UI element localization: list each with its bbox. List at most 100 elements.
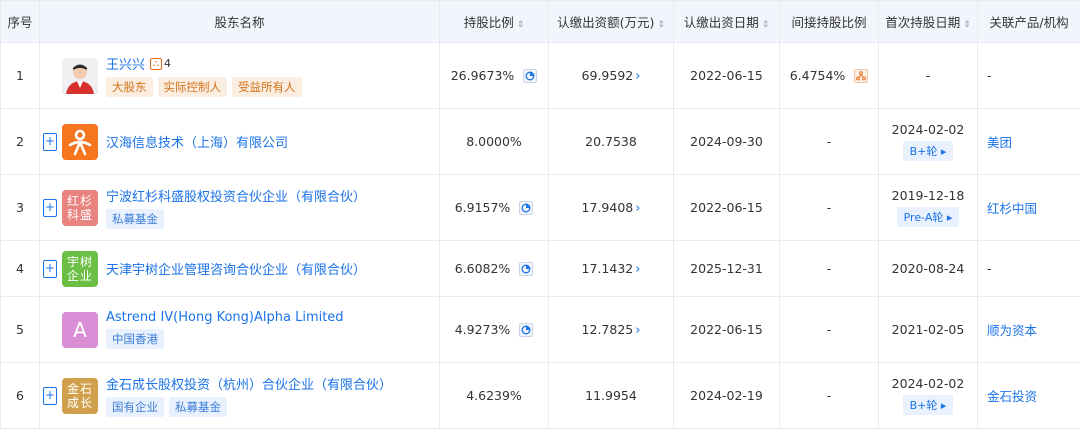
row-index: 4: [0, 240, 40, 297]
chevron-right-icon[interactable]: ›: [635, 201, 640, 216]
funding-round-badge[interactable]: B+轮 ▸: [902, 395, 954, 415]
org-chart-icon: ⛬: [150, 57, 163, 70]
logo-text: A: [73, 317, 87, 342]
indirect-ratio-value: -: [779, 296, 879, 363]
amount-value[interactable]: 17.9408: [582, 200, 634, 215]
logo-text: 金石成长: [66, 381, 93, 410]
company-logo[interactable]: [62, 123, 98, 160]
company-logo[interactable]: 金石成长: [62, 377, 98, 414]
company-logo[interactable]: 宇树企业: [62, 250, 98, 287]
chevron-right-icon[interactable]: ›: [635, 262, 640, 277]
subscribe-date: 2024-02-19: [673, 362, 780, 429]
expand-plus-icon[interactable]: +: [43, 259, 57, 278]
ratio-value: 8.0000%: [439, 108, 549, 175]
ratio-value: 6.9157%: [454, 199, 511, 215]
table-row: 5 A Astrend IV(Hong Kong)Alpha Limited 中…: [0, 296, 1080, 363]
avatar[interactable]: [62, 57, 98, 94]
first-hold-date: 2021-02-05: [878, 296, 978, 363]
tag-region: 中国香港: [106, 329, 164, 349]
ratio-chart-icon[interactable]: [523, 69, 538, 84]
row-index: 2: [0, 108, 40, 175]
company-logo[interactable]: 红杉科盛: [62, 189, 98, 226]
subscribe-date: 2025-12-31: [673, 240, 780, 297]
header-date[interactable]: 认缴出资日期 ⇕: [673, 0, 780, 43]
header-first-date[interactable]: 首次持股日期 ⇕: [878, 0, 978, 43]
indirect-ratio-value: -: [779, 108, 879, 175]
shareholder-name-link[interactable]: Astrend IV(Hong Kong)Alpha Limited: [106, 310, 344, 325]
tag-state-owned: 国有企业: [106, 397, 164, 417]
tag-actual-controller: 实际控制人: [157, 77, 227, 97]
arrow-right-icon: ▸: [946, 211, 953, 224]
first-hold-date: 2020-08-24: [878, 240, 978, 297]
related-org-link[interactable]: 顺为资本: [987, 323, 1037, 338]
related-companies-badge[interactable]: ⛬ 4: [150, 57, 171, 70]
ratio-value: 4.9273%: [454, 321, 511, 337]
row-index: 1: [0, 42, 40, 109]
header-index: 序号: [0, 0, 40, 43]
shareholder-name-link[interactable]: 金石成长股权投资（杭州）合伙企业（有限合伙）: [106, 374, 392, 393]
table-header-row: 序号 股东名称 持股比例 ⇕ 认缴出资额(万元) ⇕ 认缴出资日期 ⇕ 间接持股比例 …: [0, 0, 1080, 43]
related-org: -: [977, 240, 1080, 297]
indirect-ratio-value: -: [779, 240, 879, 297]
logo-text: 红杉科盛: [66, 193, 93, 222]
row-index: 6: [0, 362, 40, 429]
logo-text: 宇树企业: [66, 254, 93, 283]
expand-plus-icon[interactable]: +: [43, 386, 57, 405]
header-related: 关联产品/机构: [977, 0, 1080, 43]
first-hold-date: 2019-12-18: [891, 188, 965, 203]
chevron-right-icon[interactable]: ›: [635, 69, 640, 84]
related-org-link[interactable]: 金石投资: [987, 389, 1037, 404]
row-index: 5: [0, 296, 40, 363]
amount-value[interactable]: 69.9592: [582, 68, 634, 83]
ratio-value: 26.9673%: [450, 67, 515, 83]
amount-value: 20.7538: [548, 108, 674, 175]
table-row: 6 + 金石成长 金石成长股权投资（杭州）合伙企业（有限合伙） 国有企业 私募基…: [0, 362, 1080, 429]
indirect-ratio-value: -: [779, 174, 879, 241]
ratio-chart-icon[interactable]: [519, 323, 534, 338]
amount-value[interactable]: 12.7825: [582, 322, 634, 337]
table-row: 3 + 红杉科盛 宁波红杉科盛股权投资合伙企业（有限合伙） 私募基金 6.915…: [0, 174, 1080, 241]
shareholder-name-link[interactable]: 王兴兴: [106, 54, 145, 73]
header-name: 股东名称: [39, 0, 440, 43]
chevron-right-icon[interactable]: ›: [635, 323, 640, 338]
indirect-ratio-value: 6.4754%: [789, 67, 846, 83]
shareholder-table: 序号 股东名称 持股比例 ⇕ 认缴出资额(万元) ⇕ 认缴出资日期 ⇕ 间接持股比例 …: [0, 0, 1080, 429]
ratio-value: 6.6082%: [454, 260, 511, 276]
sort-icon[interactable]: ⇕: [657, 20, 665, 30]
related-org: -: [977, 42, 1080, 109]
header-ratio[interactable]: 持股比例 ⇕: [439, 0, 549, 43]
first-hold-date: 2024-02-02: [891, 376, 965, 391]
subscribe-date: 2022-06-15: [673, 42, 780, 109]
subscribe-date: 2022-06-15: [673, 174, 780, 241]
funding-round-badge[interactable]: B+轮 ▸: [902, 141, 954, 161]
company-logo[interactable]: A: [62, 311, 98, 348]
first-hold-date: -: [878, 42, 978, 109]
related-org-link[interactable]: 红杉中国: [987, 201, 1037, 216]
indirect-ratio-value: -: [779, 362, 879, 429]
arrow-right-icon: ▸: [940, 145, 947, 158]
sort-icon[interactable]: ⇕: [963, 20, 971, 30]
amount-value[interactable]: 17.1432: [582, 261, 634, 276]
shareholder-name-link[interactable]: 宁波红杉科盛股权投资合伙企业（有限合伙）: [106, 186, 366, 205]
funding-round-badge[interactable]: Pre-A轮 ▸: [896, 207, 960, 227]
sort-icon[interactable]: ⇕: [762, 20, 770, 30]
subscribe-date: 2022-06-15: [673, 296, 780, 363]
ratio-chart-icon[interactable]: [519, 201, 534, 216]
tag-private-fund: 私募基金: [106, 209, 164, 229]
expand-plus-icon[interactable]: +: [43, 198, 57, 217]
shareholder-name-link[interactable]: 天津宇树企业管理咨询合伙企业（有限合伙）: [106, 263, 366, 278]
ratio-chart-icon[interactable]: [519, 262, 534, 277]
shareholder-name-link[interactable]: 汉海信息技术（上海）有限公司: [106, 136, 288, 151]
person-avatar-icon: [62, 57, 98, 94]
penetration-icon[interactable]: [854, 69, 869, 84]
ratio-value: 4.6239%: [439, 362, 549, 429]
amount-value: 11.9954: [548, 362, 674, 429]
table-row: 2 + 汉海信息技术（上海）有限公司 8.0000% 20.7538 2024-…: [0, 108, 1080, 175]
row-index: 3: [0, 174, 40, 241]
expand-plus-icon[interactable]: +: [43, 132, 57, 151]
meituan-logo-icon: [68, 129, 92, 155]
related-org-link[interactable]: 美团: [987, 135, 1012, 150]
tag-major-shareholder: 大股东: [106, 77, 153, 97]
sort-icon[interactable]: ⇕: [517, 20, 525, 30]
header-amount[interactable]: 认缴出资额(万元) ⇕: [548, 0, 674, 43]
